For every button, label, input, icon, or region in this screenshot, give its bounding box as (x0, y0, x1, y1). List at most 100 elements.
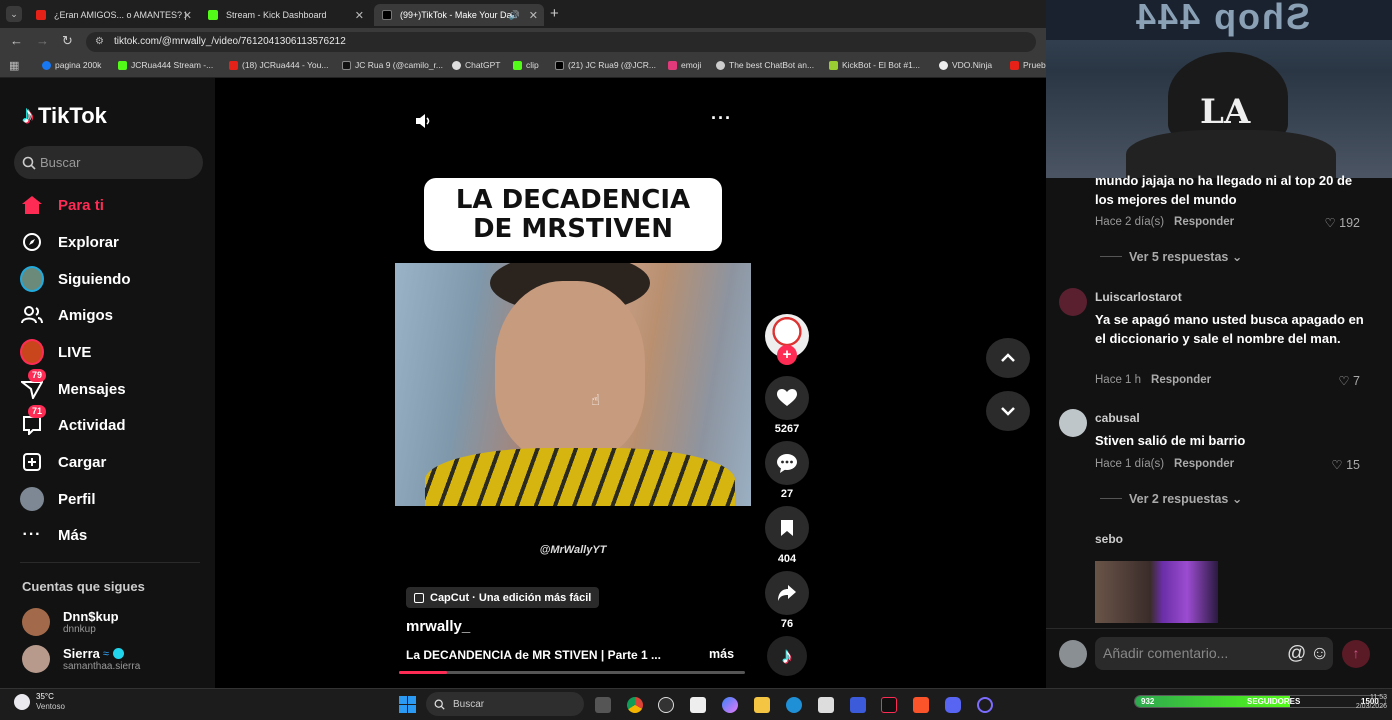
task-view-icon[interactable] (595, 697, 611, 713)
chatbot-icon (716, 60, 725, 70)
video-player[interactable]: LA DECADENCIA DE MRSTIVEN ☝ @MrWallyYT (395, 168, 751, 580)
bookmark-label: JCRua444 Stream -... (131, 60, 214, 70)
search-field[interactable]: Buscar (14, 146, 203, 179)
comment-button[interactable] (765, 441, 809, 485)
nav-actividad[interactable]: 71 Actividad (20, 405, 126, 438)
bookmark-item[interactable]: (18) JCRua444 - You... (229, 60, 328, 70)
following-account[interactable]: Sierra ≈ samanthaa.sierra (22, 645, 140, 673)
obs-icon[interactable] (658, 697, 674, 713)
video-author[interactable]: mrwally_ (406, 618, 470, 635)
bookmark-item[interactable]: JCRua444 Stream -... (118, 60, 213, 70)
back-icon[interactable]: ← (10, 33, 23, 48)
replies-line (1100, 256, 1122, 257)
following-avatar-icon (20, 266, 44, 292)
video-progress-track[interactable] (399, 671, 745, 674)
comment-like[interactable]: ♡ 192 (1324, 215, 1360, 230)
post-comment-button[interactable]: ↑ (1342, 640, 1370, 668)
view-replies-button[interactable]: Ver 2 respuestas ⌄ (1129, 491, 1242, 506)
file-explorer-icon[interactable] (754, 697, 770, 713)
reload-icon[interactable]: ↻ (62, 33, 73, 49)
person-face (495, 281, 645, 461)
close-tab-icon[interactable]: ✕ (183, 9, 192, 22)
video-more-options-icon[interactable]: ··· (711, 108, 732, 129)
clock[interactable]: 11:53 2/03/2026 (1333, 693, 1391, 711)
bookmark-item[interactable]: Prueb (1010, 60, 1046, 70)
comment-input[interactable]: Añadir comentario... @ ☺ (1095, 637, 1333, 670)
volume-icon[interactable] (414, 112, 432, 130)
taskbar-search[interactable]: Buscar (426, 692, 584, 716)
capcut-app-icon[interactable] (690, 697, 706, 713)
view-replies-button[interactable]: Ver 5 respuestas ⌄ (1129, 249, 1242, 264)
weather-widget[interactable]: 35°C Ventoso (14, 692, 65, 712)
bookmark-item[interactable]: (21) JC Rua9 (@JCR... (555, 60, 656, 70)
tab-search-button[interactable]: ⌄ (6, 6, 22, 22)
app-icon[interactable] (850, 697, 866, 713)
following-account[interactable]: Dnn$kup dnnkup (22, 608, 119, 636)
tiktok-logo[interactable]: ♪ TikTok (22, 102, 107, 130)
mention-icon[interactable]: @ (1287, 637, 1306, 670)
copilot-icon[interactable] (722, 697, 738, 713)
reply-button[interactable]: Responder (1151, 374, 1211, 386)
capcut-chip[interactable]: CapCut · Una edición más fácil (406, 587, 600, 608)
sound-disc[interactable]: ♪ (767, 636, 807, 676)
next-video-button[interactable] (986, 391, 1030, 431)
reply-button[interactable]: Responder (1174, 216, 1234, 228)
nav-para-ti[interactable]: Para ti (20, 192, 104, 218)
bookmark-item[interactable]: VDO.Ninja (939, 60, 992, 70)
app-circle-icon[interactable] (977, 697, 993, 713)
close-tab-icon[interactable]: ✕ (529, 9, 538, 22)
bookmark-item[interactable]: clip (513, 60, 539, 70)
store-icon[interactable] (818, 697, 834, 713)
comment-input-placeholder: Añadir comentario... (1103, 645, 1229, 661)
start-button[interactable] (399, 696, 416, 713)
nav-label: Perfil (58, 490, 96, 508)
save-button[interactable] (765, 506, 809, 550)
edge-icon[interactable] (786, 697, 802, 713)
browser-tab[interactable]: ¿Eran AMIGOS... o AMANTES? | ✕ (28, 4, 198, 26)
comment-avatar[interactable] (1059, 409, 1087, 437)
bookmark-item[interactable]: The best ChatBot an... (716, 60, 814, 70)
comment-username[interactable]: sebo (1095, 532, 1123, 546)
nav-mas[interactable]: ··· Más (20, 522, 88, 548)
tiktok-note-icon: ♪ (22, 102, 34, 129)
nav-siguiendo[interactable]: Siguiendo (20, 266, 131, 292)
emoji-icon[interactable]: ☺ (1310, 637, 1329, 670)
bookmark-item[interactable]: KickBot - El Bot #1... (829, 60, 920, 70)
nav-perfil[interactable]: Perfil (20, 486, 96, 512)
nav-cargar[interactable]: Cargar (20, 449, 106, 475)
nav-explorar[interactable]: Explorar (20, 229, 119, 255)
comment-username[interactable]: Luiscarlostarot (1095, 290, 1182, 304)
comment-like[interactable]: ♡ 7 (1338, 373, 1360, 388)
comment-like[interactable]: ♡ 15 (1331, 457, 1360, 472)
bookmark-item[interactable]: JC Rua 9 (@camilo_r... (342, 60, 443, 70)
nav-amigos[interactable]: Amigos (20, 302, 113, 328)
nav-mensajes[interactable]: 79 Mensajes (20, 369, 126, 402)
forward-icon[interactable]: → (36, 33, 49, 48)
comment-avatar[interactable] (1059, 288, 1087, 316)
bookmark-item[interactable]: pagina 200k (42, 60, 101, 70)
new-tab-button[interactable]: + (550, 5, 559, 22)
follow-plus-icon[interactable]: + (777, 345, 797, 365)
comment-sticker-image[interactable] (1095, 561, 1218, 623)
browser-tab[interactable]: Stream - Kick Dashboard ✕ (200, 4, 370, 26)
close-tab-icon[interactable]: ✕ (355, 9, 364, 22)
previous-video-button[interactable] (986, 338, 1030, 378)
bookmark-item[interactable]: emoji (668, 60, 701, 70)
discord-icon[interactable] (945, 697, 961, 713)
reply-button[interactable]: Responder (1174, 458, 1234, 470)
brave-icon[interactable] (913, 697, 929, 713)
caption-more-link[interactable]: más (709, 647, 734, 661)
tiktok-app-icon[interactable] (881, 697, 897, 713)
browser-tab-active[interactable]: (99+)TikTok - Make Your Da 🔊 ✕ (374, 4, 544, 26)
comment-username[interactable]: cabusal (1095, 411, 1140, 425)
nav-live[interactable]: LIVE (20, 339, 91, 365)
bookmark-item[interactable]: ChatGPT (452, 60, 500, 70)
url-bar[interactable]: ⚙ tiktok.com/@mrwally_/video/76120413061… (86, 32, 1036, 52)
chrome-icon[interactable] (627, 697, 643, 713)
like-button[interactable] (765, 376, 809, 420)
live-avatar-icon (20, 339, 44, 365)
bookmark-label: (21) JC Rua9 (@JCR... (568, 60, 656, 70)
share-button[interactable] (765, 571, 809, 615)
apps-icon[interactable]: ▦ (9, 59, 19, 72)
site-info-icon[interactable]: ⚙ (95, 32, 104, 52)
